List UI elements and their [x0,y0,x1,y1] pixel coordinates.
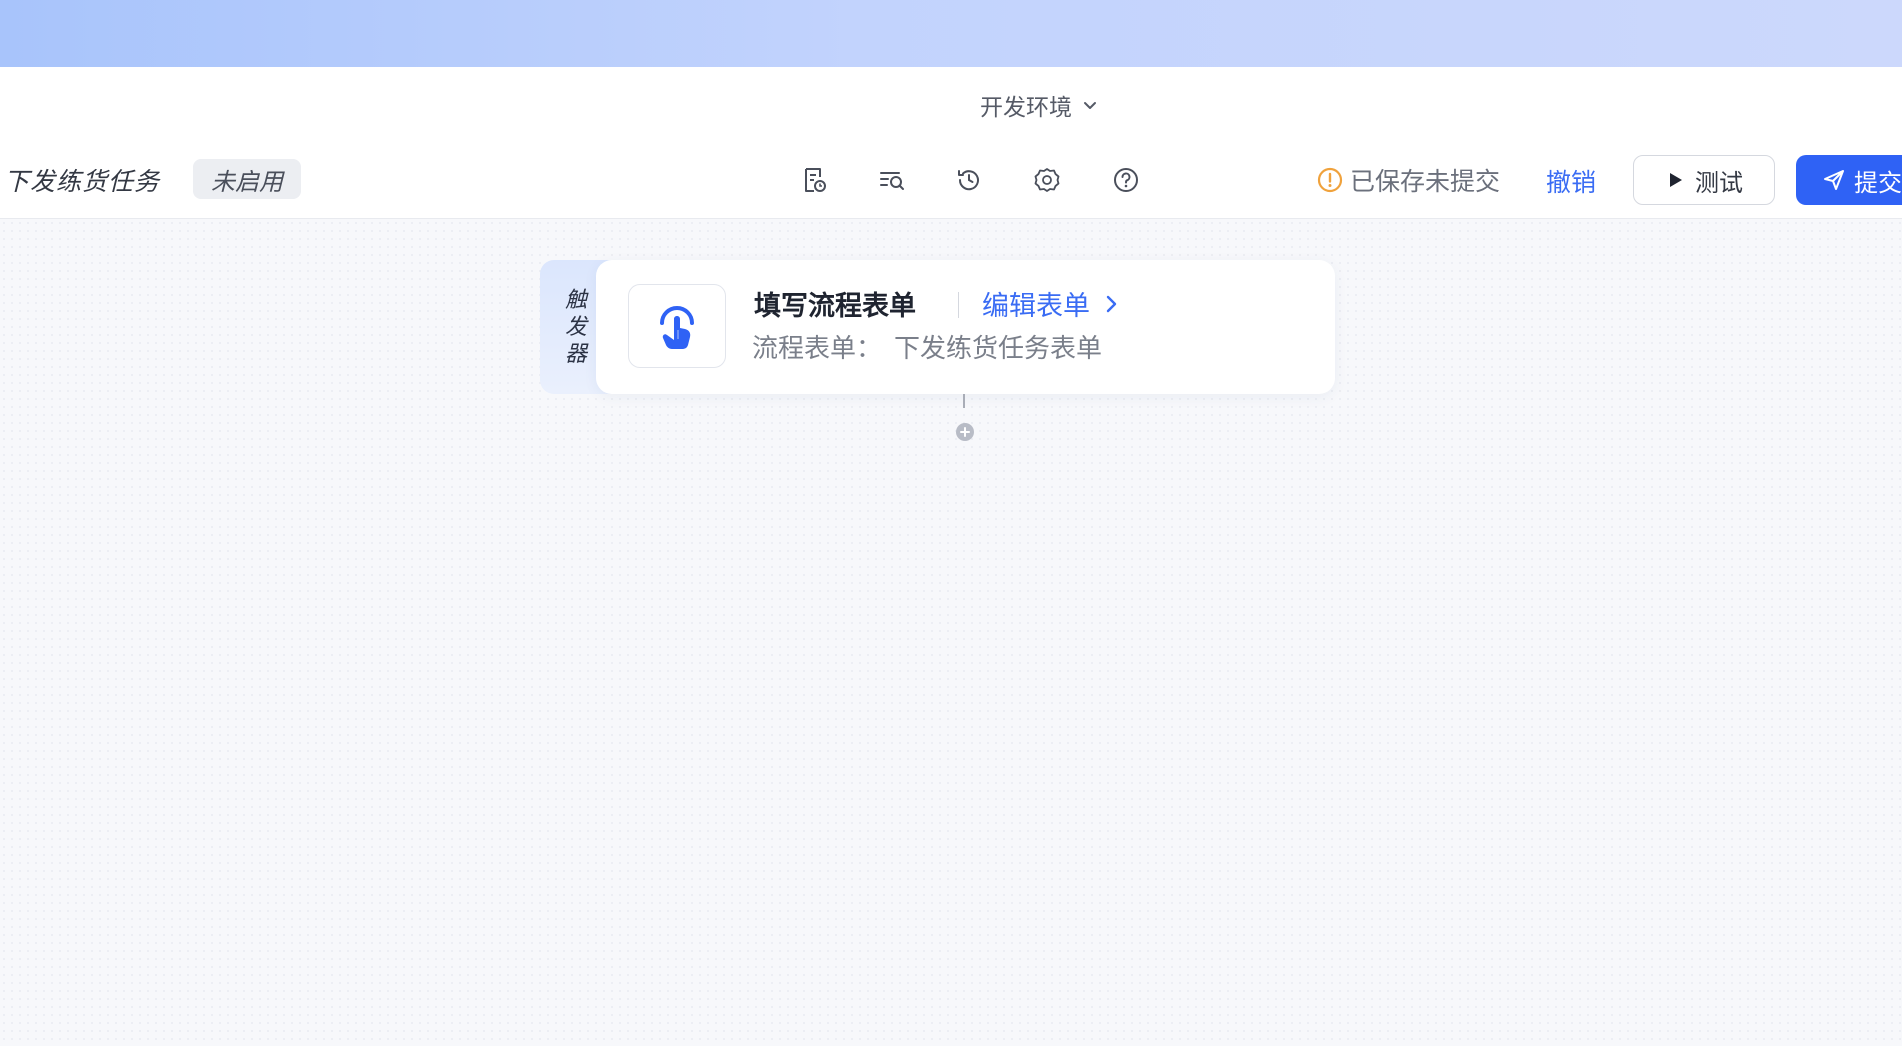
node-subtitle: 流程表单： 下发练货任务表单 [752,328,1102,365]
environment-bar: 开发环境 [0,67,1902,142]
app-root: 开发环境 下发练货任务 未启用 已保存未提交 撤销 测试 提交 触 发 器 填写… [0,0,1902,1046]
edit-form-link[interactable]: 编辑表单 [982,284,1122,323]
submit-button[interactable]: 提交 [1796,155,1902,205]
flow-name: 下发练货任务 [4,167,161,196]
plus-circle-icon [956,423,974,441]
trigger-tab-char: 触 [564,287,587,313]
flow-toolbar: 下发练货任务 未启用 已保存未提交 撤销 测试 提交 [0,142,1902,219]
history-icon [958,170,979,191]
history-icon-button[interactable] [953,164,985,196]
node-title-divider [958,292,959,318]
warning-icon [1317,167,1343,193]
edit-form-label: 编辑表单 [982,291,1090,322]
trigger-node[interactable]: 触 发 器 填写流程表单 编辑表单 流程表单： 下发练货任务表单 [540,260,1335,394]
undo-button[interactable]: 撤销 [1546,163,1596,199]
test-button-label: 测试 [1695,168,1743,197]
environment-label: 开发环境 [980,95,1072,121]
trigger-tab-char: 发 [564,314,587,340]
chevron-down-icon [1084,102,1096,109]
form-icon-button[interactable] [798,164,830,196]
help-icon [1114,168,1138,192]
test-button[interactable]: 测试 [1633,155,1775,205]
node-subtitle-label: 流程表单： [752,334,883,364]
help-icon-button[interactable] [1110,164,1142,196]
submit-button-label: 提交 [1854,168,1902,197]
save-status-text: 已保存未提交 [1350,167,1501,196]
trigger-card[interactable]: 填写流程表单 编辑表单 流程表单： 下发练货任务表单 [596,260,1335,394]
add-node-button[interactable] [955,422,975,442]
form-icon [805,168,826,192]
top-banner [0,0,1902,67]
environment-selector[interactable]: 开发环境 [980,87,1100,123]
search-list-icon-button[interactable] [876,164,908,196]
chevron-right-icon [1106,295,1117,312]
send-icon [1824,170,1844,190]
trigger-tab-char: 器 [564,341,587,367]
node-icon-box [628,284,726,368]
settings-icon [1034,168,1060,192]
hand-tap-icon [660,306,694,349]
node-title: 填写流程表单 [754,291,916,322]
connector-line [963,394,965,408]
node-subtitle-value: 下发练货任务表单 [894,334,1103,364]
play-icon [1670,173,1682,187]
search-list-icon [880,172,904,190]
settings-icon-button[interactable] [1031,164,1063,196]
status-badge: 未启用 [193,159,301,199]
save-status: 已保存未提交 [1316,161,1500,199]
